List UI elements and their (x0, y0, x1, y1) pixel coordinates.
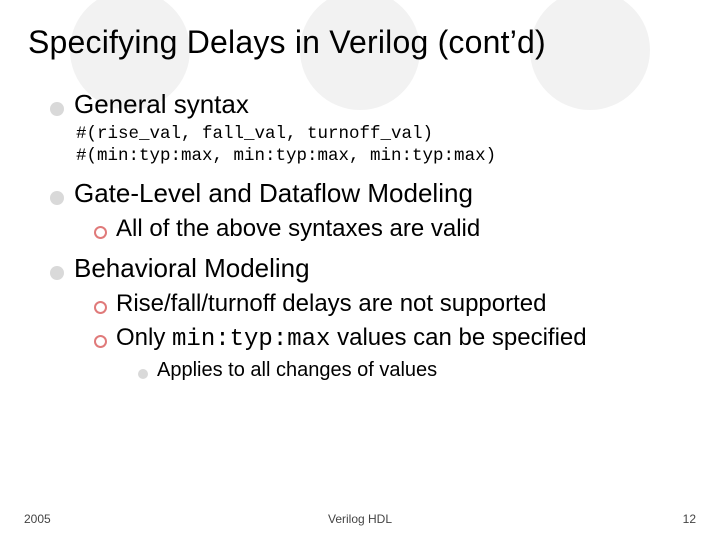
subbullet-text: All of the above syntaxes are valid (116, 215, 480, 243)
code-block: #(rise_val, fall_val, turnoff_val) #(min… (76, 124, 692, 168)
bullet-dot-icon (50, 102, 64, 116)
text-prefix: Only (116, 324, 172, 351)
bullet-ring-icon (94, 335, 107, 348)
subbullet-text: Only min:typ:max values can be specified (116, 324, 587, 353)
text-suffix: values can be specified (330, 324, 586, 351)
bullet-dot-icon (50, 266, 64, 280)
subsubbullet-text: Applies to all changes of values (157, 359, 437, 382)
bullet-dot-icon (138, 369, 148, 379)
footer-page-number: 12 (683, 512, 696, 526)
bullet-general-syntax: General syntax (50, 89, 692, 120)
subbullet: Only min:typ:max values can be specified (94, 324, 692, 353)
bullet-ring-icon (94, 226, 107, 239)
bullet-dot-icon (50, 191, 64, 205)
bullet-behavioral: Behavioral Modeling (50, 253, 692, 284)
mono-text: min:typ:max (172, 326, 330, 353)
bullet-ring-icon (94, 301, 107, 314)
slide-title: Specifying Delays in Verilog (cont’d) (28, 24, 692, 61)
subbullet: Rise/fall/turnoff delays are not support… (94, 290, 692, 318)
footer: 2005 Verilog HDL 12 (0, 512, 720, 526)
bullet-gate-level: Gate-Level and Dataflow Modeling (50, 178, 692, 209)
bullet-text: Behavioral Modeling (74, 253, 310, 284)
slide: Specifying Delays in Verilog (cont’d) Ge… (0, 0, 720, 540)
bullet-text: General syntax (74, 89, 249, 120)
subbullet: All of the above syntaxes are valid (94, 215, 692, 243)
subbullet-text: Rise/fall/turnoff delays are not support… (116, 290, 546, 318)
content: Specifying Delays in Verilog (cont’d) Ge… (28, 24, 692, 382)
footer-title: Verilog HDL (328, 512, 392, 526)
bullet-text: Gate-Level and Dataflow Modeling (74, 178, 473, 209)
footer-year: 2005 (24, 512, 51, 526)
subsubbullet: Applies to all changes of values (138, 359, 692, 382)
